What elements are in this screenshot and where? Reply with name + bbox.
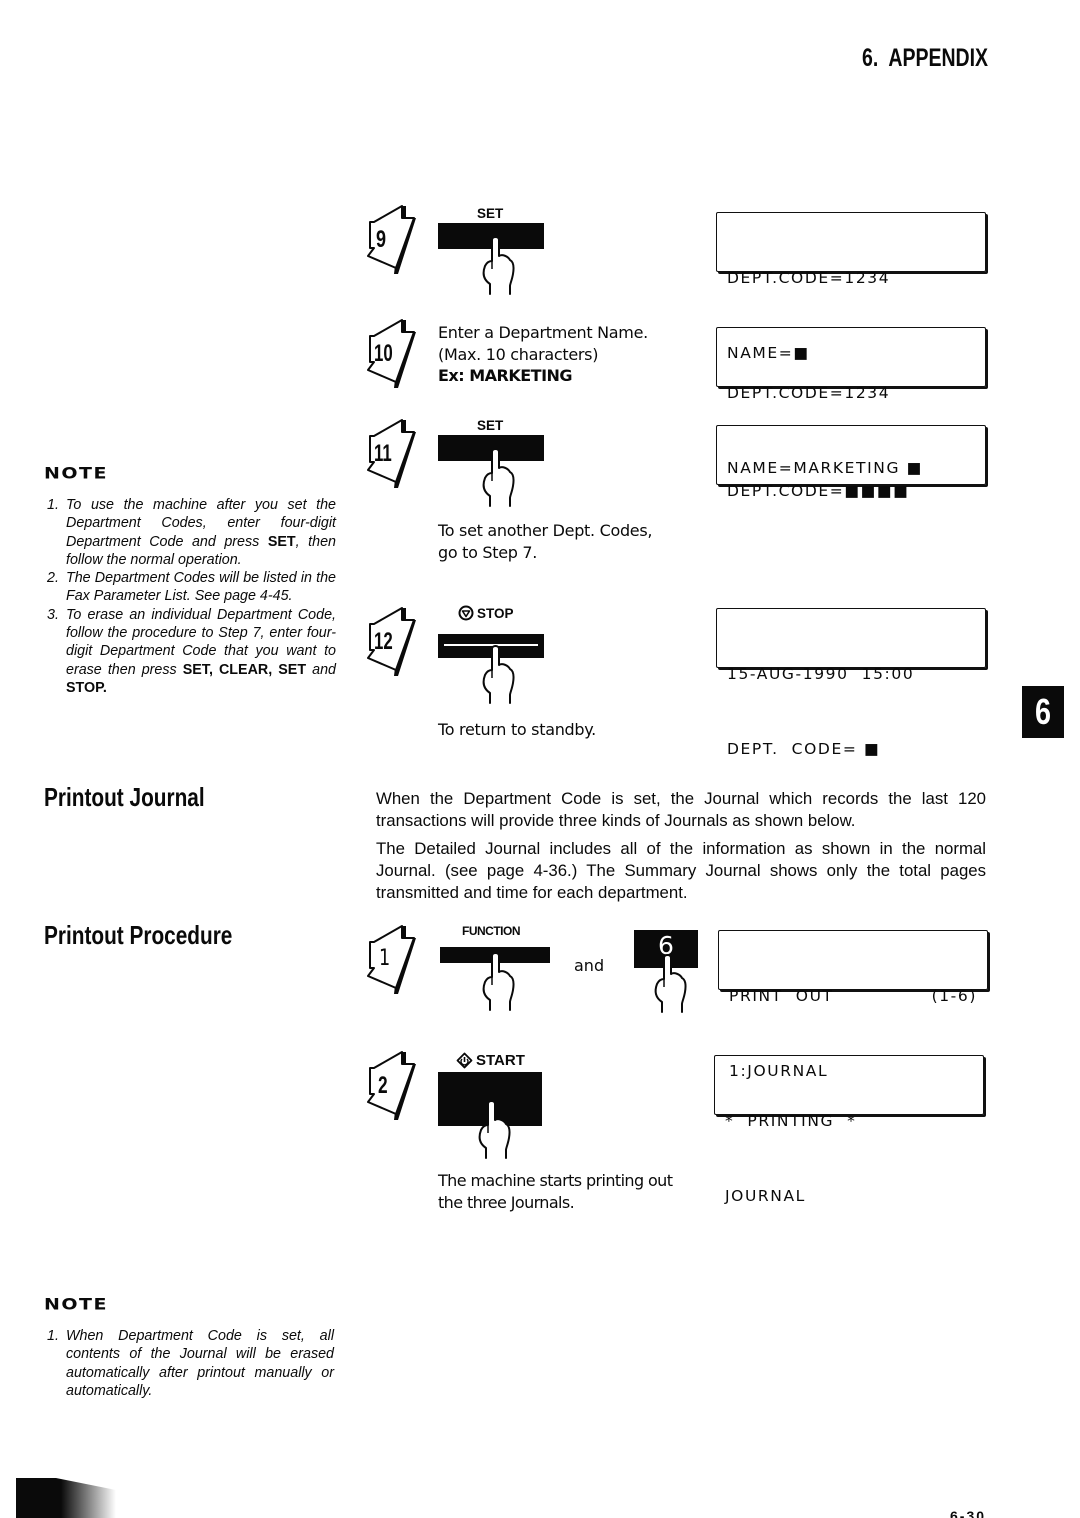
step-number: 9 bbox=[376, 226, 387, 253]
section-heading-printout-procedure: Printout Procedure bbox=[44, 920, 233, 950]
step-number: 10 bbox=[374, 340, 393, 367]
key-label-function: FUNCTION bbox=[462, 924, 521, 938]
note-separator: . bbox=[102, 679, 107, 696]
note-item-number: 2. bbox=[47, 570, 59, 587]
instruction-line: go to Step 7. bbox=[438, 542, 538, 562]
page-number: 6-30 bbox=[950, 1508, 987, 1518]
step-arrow-icon bbox=[366, 1050, 420, 1122]
note-text: When Department Code is set, all content… bbox=[66, 1328, 334, 1399]
lcd-line-1: DEPT.CODE=1234 bbox=[727, 269, 891, 287]
step-badge-11: 11 bbox=[366, 418, 420, 490]
note-key-name: SET bbox=[278, 661, 307, 678]
lcd-line-1-right: (1-6) bbox=[931, 987, 977, 1005]
printout-journal-body: When the Department Code is set, the Jou… bbox=[376, 788, 986, 904]
note-separator: and bbox=[306, 661, 336, 678]
hand-pointer-icon bbox=[472, 645, 522, 705]
key-label-set: SET bbox=[477, 206, 504, 221]
lcd-line-1: 15-AUG-1990 15:00 bbox=[727, 665, 915, 683]
stop-icon bbox=[458, 605, 474, 621]
lcd-display-procedure-1: PRINT OUT (1-6) 1:JOURNAL bbox=[718, 930, 988, 1080]
step-11-instruction: To set another Dept. Codes, go to Step 7… bbox=[438, 520, 652, 563]
body-paragraph: The Detailed Journal includes all of the… bbox=[376, 839, 986, 902]
hand-pointer-icon bbox=[472, 952, 522, 1012]
chapter-tab: 6 bbox=[1022, 686, 1064, 738]
key-label-text: STOP bbox=[477, 605, 514, 621]
hand-pointer-icon bbox=[644, 954, 694, 1014]
hand-pointer-icon bbox=[472, 236, 522, 296]
note-key-name: SET bbox=[267, 533, 296, 550]
note-item: 2. The Department Codes will be listed i… bbox=[44, 569, 336, 606]
note-item: 1. When Department Code is set, all cont… bbox=[44, 1327, 334, 1400]
step-badge-9: 9 bbox=[366, 204, 420, 276]
key-label-text: START bbox=[476, 1052, 525, 1069]
step-arrow-icon bbox=[366, 204, 420, 276]
start-icon bbox=[456, 1052, 473, 1069]
step-number: 11 bbox=[374, 440, 392, 467]
instruction-line: To set another Dept. Codes, bbox=[438, 521, 653, 540]
lcd-line-2: DEPT. CODE= ■ bbox=[727, 740, 881, 758]
scan-smudge bbox=[16, 1478, 116, 1518]
step-arrow-icon bbox=[366, 924, 420, 996]
procedure-step-badge-2: 2 bbox=[366, 1050, 420, 1122]
lcd-display-step-12: 15-AUG-1990 15:00 DEPT. CODE= ■ bbox=[716, 608, 986, 758]
note-key-name: CLEAR bbox=[218, 661, 269, 678]
section-heading-printout-journal: Printout Journal bbox=[44, 782, 205, 812]
instruction-line: Enter a Department Name. bbox=[438, 323, 648, 342]
lcd-display-step-11: DEPT.CODE=■■■■ bbox=[716, 425, 986, 500]
chapter-title: 6. APPENDIX bbox=[862, 44, 989, 72]
note-separator: , bbox=[268, 661, 279, 678]
step-number: 1 bbox=[379, 946, 391, 971]
connector-and: and bbox=[574, 956, 605, 975]
lcd-line-1: PRINT OUT (1-6) bbox=[729, 984, 977, 1009]
lcd-line-1-left: PRINT OUT bbox=[729, 987, 834, 1005]
note-text: The Department Codes will be listed in t… bbox=[66, 570, 336, 605]
lcd-line-1: DEPT.CODE=1234 bbox=[727, 384, 891, 402]
key-label-start: START bbox=[456, 1052, 525, 1069]
note-block-top: NOTE 1. To use the machine after you set… bbox=[44, 464, 336, 697]
step-number: 2 bbox=[378, 1072, 388, 1099]
step-12-instruction: To return to standby. bbox=[438, 719, 596, 741]
note-item-number: 3. bbox=[47, 606, 59, 623]
note-heading: NOTE bbox=[44, 1295, 108, 1314]
step-badge-12: 12 bbox=[366, 606, 420, 678]
note-list: 1. When Department Code is set, all cont… bbox=[44, 1327, 334, 1400]
note-block-bottom: NOTE 1. When Department Code is set, all… bbox=[44, 1295, 334, 1400]
lcd-line-1: DEPT.CODE=■■■■ bbox=[727, 482, 910, 500]
lcd-line-1: * PRINTING * bbox=[725, 1112, 857, 1130]
hand-pointer-icon bbox=[472, 448, 522, 508]
lcd-display-step-10: DEPT.CODE=1234 NAME=MARKETING ■ bbox=[716, 327, 986, 477]
example-text: Ex: MARKETING bbox=[438, 366, 573, 385]
hand-pointer-icon bbox=[468, 1100, 518, 1160]
lcd-display-step-9: DEPT.CODE=1234 NAME=■ bbox=[716, 212, 986, 362]
step-10-instruction: Enter a Department Name. (Max. 10 charac… bbox=[438, 322, 648, 387]
note-separator: , bbox=[208, 661, 219, 678]
key-label-stop: STOP bbox=[458, 605, 514, 621]
note-item-number: 1. bbox=[47, 497, 59, 513]
step-number: 12 bbox=[374, 628, 393, 655]
lcd-line-2: JOURNAL bbox=[725, 1187, 806, 1205]
note-key-name: STOP bbox=[66, 679, 103, 696]
note-list: 1. To use the machine after you set the … bbox=[44, 496, 336, 697]
note-heading: NOTE bbox=[44, 464, 108, 483]
instruction-line: (Max. 10 characters) bbox=[438, 344, 599, 364]
chapter-tab-label: 6 bbox=[1034, 691, 1052, 732]
procedure-step-badge-1: 1 bbox=[366, 924, 420, 996]
note-item: 1. To use the machine after you set the … bbox=[44, 496, 336, 569]
lcd-display-procedure-2: * PRINTING * JOURNAL bbox=[714, 1055, 984, 1205]
note-item-number: 1. bbox=[47, 1328, 59, 1344]
note-key-name: SET bbox=[182, 661, 209, 678]
step-badge-10: 10 bbox=[366, 318, 420, 390]
key-label-set: SET bbox=[477, 418, 504, 433]
instruction-line: The machine starts printing out bbox=[438, 1171, 673, 1190]
body-paragraph: When the Department Code is set, the Jou… bbox=[376, 789, 986, 830]
instruction-line: the three Journals. bbox=[438, 1192, 575, 1212]
procedure-step-2-instruction: The machine starts printing out the thre… bbox=[438, 1170, 673, 1213]
instruction-line: To return to standby. bbox=[438, 720, 596, 739]
note-item: 3. To erase an individual Department Cod… bbox=[44, 606, 336, 697]
